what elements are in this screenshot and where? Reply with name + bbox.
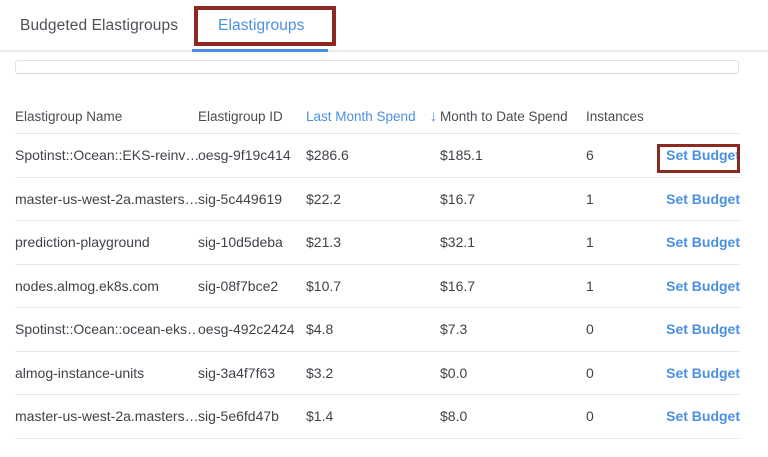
- column-header-month-to-date-spend[interactable]: Month to Date Spend: [440, 109, 586, 124]
- set-budget-link[interactable]: Set Budget: [666, 278, 740, 294]
- cell-last-month-spend: $3.2: [306, 365, 440, 381]
- cell-elastigroup-name: master-us-west-2a.masters…: [15, 191, 198, 207]
- cell-instances: 1: [586, 234, 660, 250]
- set-budget-link[interactable]: Set Budget: [666, 147, 740, 163]
- set-budget-link[interactable]: Set Budget: [666, 365, 740, 381]
- cell-elastigroup-name: master-us-west-2a.masters…: [15, 408, 198, 424]
- cell-month-to-date-spend: $16.7: [440, 191, 586, 207]
- cell-elastigroup-name: Spotinst::Ocean::EKS-reinv…: [15, 147, 198, 163]
- cell-last-month-spend: $1.4: [306, 408, 440, 424]
- table-row: Spotinst::Ocean::EKS-reinv… oesg-9f19c41…: [15, 134, 740, 178]
- column-header-label: Last Month Spend: [306, 109, 416, 124]
- filter-bar[interactable]: [15, 60, 739, 74]
- cell-instances: 6: [586, 147, 660, 163]
- active-tab-underline: [192, 49, 328, 52]
- cell-elastigroup-id: sig-5c449619: [198, 191, 306, 207]
- table-row: Spotinst::Ocean::ocean-eks… oesg-492c242…: [15, 308, 740, 352]
- cell-month-to-date-spend: $32.1: [440, 234, 586, 250]
- set-budget-link[interactable]: Set Budget: [666, 408, 740, 424]
- column-header-elastigroup-name[interactable]: Elastigroup Name: [15, 109, 198, 124]
- cell-elastigroup-name: nodes.almog.ek8s.com: [15, 278, 198, 294]
- cell-last-month-spend: $22.2: [306, 191, 440, 207]
- cell-elastigroup-name: almog-instance-units: [15, 365, 198, 381]
- tab-bar: Budgeted Elastigroups Elastigroups: [0, 0, 768, 52]
- cell-elastigroup-id: oesg-9f19c414: [198, 147, 306, 163]
- cell-last-month-spend: $21.3: [306, 234, 440, 250]
- set-budget-link[interactable]: Set Budget: [666, 321, 740, 337]
- cell-instances: 0: [586, 408, 660, 424]
- set-budget-link[interactable]: Set Budget: [666, 234, 740, 250]
- cell-instances: 1: [586, 278, 660, 294]
- cell-month-to-date-spend: $8.0: [440, 408, 586, 424]
- elastigroups-table: Elastigroup Name Elastigroup ID Last Mon…: [15, 100, 740, 439]
- set-budget-link[interactable]: Set Budget: [666, 191, 740, 207]
- cell-month-to-date-spend: $7.3: [440, 321, 586, 337]
- column-header-instances[interactable]: Instances: [586, 109, 660, 124]
- cell-month-to-date-spend: $0.0: [440, 365, 586, 381]
- cell-elastigroup-id: sig-08f7bce2: [198, 278, 306, 294]
- table-row: nodes.almog.ek8s.com sig-08f7bce2 $10.7 …: [15, 265, 740, 309]
- tab-elastigroups[interactable]: Elastigroups: [218, 0, 305, 52]
- table-row: prediction-playground sig-10d5deba $21.3…: [15, 221, 740, 265]
- cell-instances: 1: [586, 191, 660, 207]
- table-row: master-us-west-2a.masters… sig-5e6fd47b …: [15, 395, 740, 439]
- cell-elastigroup-name: Spotinst::Ocean::ocean-eks…: [15, 321, 198, 337]
- tab-budgeted-elastigroups[interactable]: Budgeted Elastigroups: [20, 0, 178, 52]
- cell-elastigroup-id: sig-3a4f7f63: [198, 365, 306, 381]
- column-header-last-month-spend[interactable]: Last Month Spend ↓: [306, 109, 440, 124]
- cell-instances: 0: [586, 321, 660, 337]
- cell-elastigroup-id: sig-10d5deba: [198, 234, 306, 250]
- cell-last-month-spend: $10.7: [306, 278, 440, 294]
- elastigroups-spend-page: Budgeted Elastigroups Elastigroups Elast…: [0, 0, 768, 457]
- cell-elastigroup-id: oesg-492c2424: [198, 321, 306, 337]
- table-row: master-us-west-2a.masters… sig-5c449619 …: [15, 178, 740, 222]
- column-header-elastigroup-id[interactable]: Elastigroup ID: [198, 109, 306, 124]
- cell-last-month-spend: $286.6: [306, 147, 440, 163]
- cell-instances: 0: [586, 365, 660, 381]
- cell-elastigroup-id: sig-5e6fd47b: [198, 408, 306, 424]
- cell-month-to-date-spend: $185.1: [440, 147, 586, 163]
- cell-elastigroup-name: prediction-playground: [15, 234, 198, 250]
- cell-last-month-spend: $4.8: [306, 321, 440, 337]
- table-header-row: Elastigroup Name Elastigroup ID Last Mon…: [15, 100, 740, 134]
- sort-desc-arrow-icon[interactable]: ↓: [430, 109, 438, 124]
- cell-month-to-date-spend: $16.7: [440, 278, 586, 294]
- table-row: almog-instance-units sig-3a4f7f63 $3.2 $…: [15, 352, 740, 396]
